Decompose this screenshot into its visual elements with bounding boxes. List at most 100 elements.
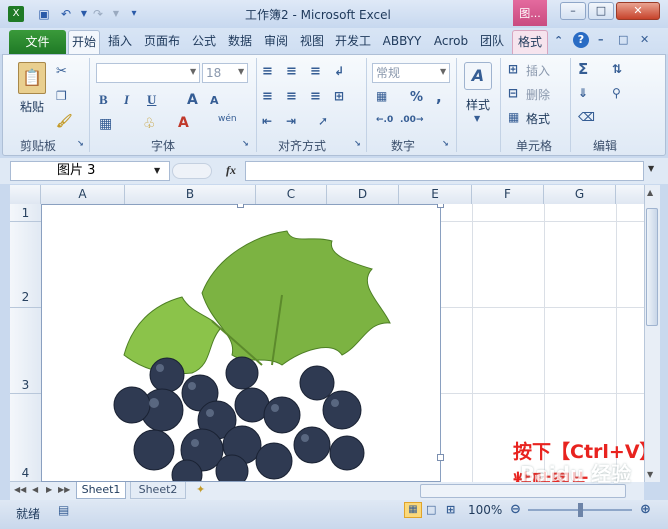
italic-button[interactable]: I xyxy=(124,92,129,108)
chevron-down-icon[interactable]: ▼ xyxy=(238,67,244,76)
increase-decimal-icon[interactable]: ←.0 xyxy=(376,115,393,125)
scroll-down-icon[interactable]: ▼ xyxy=(647,470,653,479)
row-header-2[interactable]: 2 xyxy=(10,222,41,308)
find-select-icon[interactable]: ⚲ xyxy=(612,86,621,100)
tab-insert[interactable]: 插入 xyxy=(104,30,136,54)
minimize-ribbon-icon[interactable]: ⌃ xyxy=(554,34,563,47)
insert-cells-icon[interactable]: ⊞ xyxy=(508,62,518,76)
resize-handle[interactable] xyxy=(237,204,244,208)
comma-button[interactable]: , xyxy=(436,88,442,106)
row-header-3[interactable]: 3 xyxy=(10,308,41,394)
insert-cells-button[interactable]: 插入 xyxy=(526,62,550,79)
cut-icon[interactable]: ✂ xyxy=(56,64,67,79)
column-header-f[interactable]: F xyxy=(472,185,544,204)
insert-worksheet-icon[interactable]: ✦ xyxy=(196,483,205,496)
zoom-level[interactable]: 100% xyxy=(468,503,502,517)
zoom-slider-thumb[interactable] xyxy=(578,503,583,517)
chevron-down-icon[interactable]: ▼ xyxy=(474,114,480,123)
styles-icon[interactable]: A xyxy=(464,62,492,90)
clear-icon[interactable]: ⌫ xyxy=(578,110,595,124)
wrap-text-icon[interactable]: ↲ xyxy=(334,64,344,78)
formula-input[interactable] xyxy=(245,161,644,181)
normal-view-icon[interactable]: ▦ xyxy=(404,502,422,518)
paste-icon[interactable]: 📋 xyxy=(18,62,46,94)
dialog-launcher-icon[interactable]: ↘ xyxy=(442,139,449,148)
orientation-icon[interactable]: ➚ xyxy=(318,114,328,128)
page-break-view-icon[interactable]: ⊞ xyxy=(446,503,455,516)
first-sheet-icon[interactable]: ◀◀ xyxy=(14,485,26,494)
dialog-launcher-icon[interactable]: ↘ xyxy=(242,139,249,148)
styles-button[interactable]: 样式 xyxy=(463,96,493,113)
select-all-button[interactable] xyxy=(10,185,41,204)
tab-view[interactable]: 视图 xyxy=(296,30,328,54)
border-icon[interactable]: ▦ xyxy=(99,116,112,132)
resize-handle[interactable] xyxy=(437,204,444,208)
tab-acrobat[interactable]: Acrob xyxy=(430,30,472,54)
chevron-down-icon[interactable]: ▼ xyxy=(154,166,160,175)
minimize-button[interactable]: – xyxy=(560,2,586,20)
tab-team[interactable]: 团队 xyxy=(476,30,508,54)
sheet-tab-sheet1[interactable]: Sheet1 xyxy=(76,482,126,499)
row-header-4[interactable]: 4 xyxy=(10,394,41,482)
tab-page-layout[interactable]: 页面布 xyxy=(140,30,184,54)
format-cells-icon[interactable]: ▦ xyxy=(508,110,519,124)
column-header-b[interactable]: B xyxy=(125,185,256,204)
insert-function-button[interactable]: fx xyxy=(226,163,236,178)
dialog-launcher-icon[interactable]: ↘ xyxy=(77,139,84,148)
next-sheet-icon[interactable]: ▶ xyxy=(46,485,52,494)
worksheet-grid[interactable]: 按下【Ctrl+V】 粘贴图片 xyxy=(41,204,644,482)
tab-data[interactable]: 数据 xyxy=(224,30,256,54)
zoom-out-icon[interactable]: ⊖ xyxy=(510,502,521,517)
merge-center-icon[interactable]: ⊞ xyxy=(334,89,344,103)
fill-color-icon[interactable]: ♧ xyxy=(143,116,156,132)
tab-format[interactable]: 格式 xyxy=(512,30,548,54)
underline-button[interactable]: U xyxy=(147,92,156,108)
copy-icon[interactable]: ❐ xyxy=(56,89,67,103)
tab-home[interactable]: 开始 xyxy=(68,30,100,54)
align-left-icon[interactable]: ≡ xyxy=(262,89,273,104)
increase-indent-icon[interactable]: ⇥ xyxy=(286,114,296,128)
column-header-a[interactable]: A xyxy=(41,185,125,204)
percent-button[interactable]: % xyxy=(410,90,423,105)
redo-icon[interactable]: ↷ xyxy=(90,6,106,22)
currency-icon[interactable]: ▦ xyxy=(376,89,387,103)
undo-icon[interactable]: ↶ xyxy=(58,6,74,22)
name-box[interactable]: 图片 3 xyxy=(10,161,170,181)
column-header-d[interactable]: D xyxy=(327,185,399,204)
decrease-decimal-icon[interactable]: .00→ xyxy=(400,115,423,125)
customize-qat-icon[interactable]: ▾ xyxy=(126,6,142,22)
chevron-down-icon[interactable]: ▼ xyxy=(440,67,446,76)
decrease-indent-icon[interactable]: ⇤ xyxy=(262,114,272,128)
autosum-button[interactable]: Σ xyxy=(578,60,588,78)
paste-button[interactable]: 粘贴 xyxy=(16,98,48,115)
column-header-e[interactable]: E xyxy=(399,185,472,204)
expand-formula-bar-icon[interactable]: ▼ xyxy=(648,164,654,173)
prev-sheet-icon[interactable]: ◀ xyxy=(32,485,38,494)
fill-icon[interactable]: ⇓ xyxy=(578,86,588,100)
help-icon[interactable]: ? xyxy=(573,32,589,48)
window-restore-icon[interactable]: □ xyxy=(618,33,628,46)
phonetic-guide-button[interactable]: wén xyxy=(218,114,237,124)
formula-bar-resize[interactable] xyxy=(172,163,212,179)
macro-record-icon[interactable]: ▤ xyxy=(58,503,69,517)
column-header-g[interactable]: G xyxy=(544,185,616,204)
scroll-up-icon[interactable]: ▲ xyxy=(647,188,653,197)
align-center-icon[interactable]: ≡ xyxy=(286,89,297,104)
bold-button[interactable]: B xyxy=(99,92,108,108)
pasted-picture[interactable] xyxy=(41,204,441,482)
close-button[interactable]: ✕ xyxy=(616,2,660,20)
save-icon[interactable]: ▣ xyxy=(36,6,52,22)
restore-button[interactable]: □ xyxy=(588,2,614,20)
window-close-icon[interactable]: ✕ xyxy=(640,33,649,46)
sheet-tab-sheet2[interactable]: Sheet2 xyxy=(130,482,186,499)
resize-handle[interactable] xyxy=(437,454,444,461)
delete-cells-icon[interactable]: ⊟ xyxy=(508,86,518,100)
format-painter-icon[interactable]: 🖌 xyxy=(56,114,73,129)
shrink-font-button[interactable]: A xyxy=(210,94,219,107)
zoom-in-icon[interactable]: ⊕ xyxy=(640,502,651,517)
page-layout-view-icon[interactable]: □ xyxy=(426,503,436,516)
format-cells-button[interactable]: 格式 xyxy=(526,110,550,127)
tab-formulas[interactable]: 公式 xyxy=(188,30,220,54)
column-header-c[interactable]: C xyxy=(256,185,327,204)
tab-developer[interactable]: 开发工 xyxy=(332,30,374,54)
